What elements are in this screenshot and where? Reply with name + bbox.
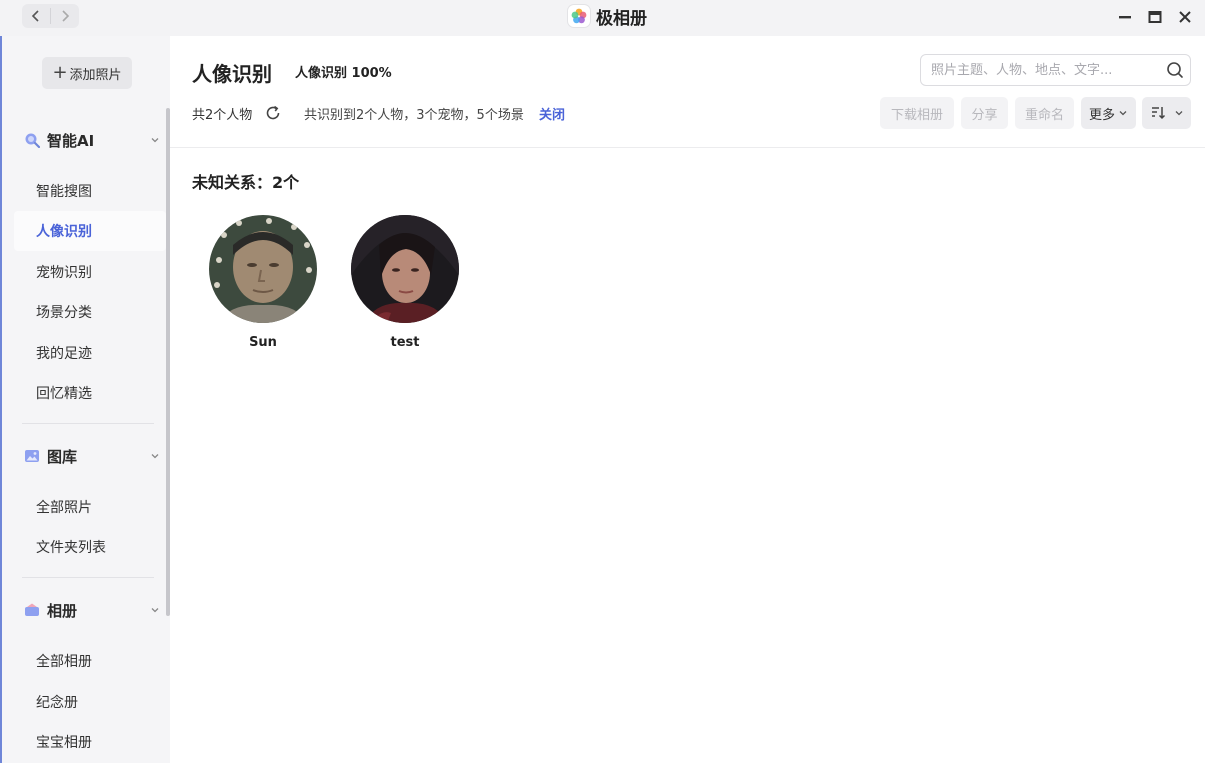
more-button[interactable]: 更多 (1081, 97, 1136, 129)
sidebar-item-footprints[interactable]: 我的足迹 (14, 333, 166, 373)
sort-icon (1151, 107, 1165, 120)
portrait-photo (209, 215, 317, 323)
person-card[interactable]: Sun (208, 215, 318, 350)
add-photo-label: 添加照片 (69, 67, 122, 83)
section-label: 图库 (47, 447, 78, 466)
maximize-icon (1148, 11, 1162, 23)
sidebar-scrollbar[interactable] (166, 108, 170, 616)
avatar[interactable] (209, 215, 317, 323)
rename-button[interactable]: 重命名 (1015, 97, 1074, 129)
page-title: 人像识别 (192, 62, 272, 86)
section-albums[interactable]: 相册 (24, 599, 164, 621)
person-name: test (390, 335, 420, 350)
chevron-left-icon (31, 10, 39, 22)
recognition-progress: 人像识别 100% (295, 66, 392, 81)
more-label: 更多 (1088, 107, 1115, 123)
sidebar-item-all-albums[interactable]: 全部相册 (14, 641, 166, 681)
forward-button[interactable] (51, 4, 79, 28)
download-album-button[interactable]: 下载相册 (880, 97, 954, 129)
chevron-down-icon (151, 608, 159, 613)
person-card[interactable]: test (350, 215, 460, 350)
section-label: 相册 (47, 601, 78, 620)
sidebar-item-portrait[interactable]: 人像识别 (14, 211, 166, 251)
minimize-icon (1119, 16, 1131, 19)
minimize-button[interactable] (1114, 6, 1136, 28)
chevron-right-icon (62, 10, 70, 22)
group-title: 未知关系：2个 (192, 173, 300, 192)
section-label: 智能AI (47, 131, 95, 150)
app-title: 极相册 (568, 4, 647, 29)
refresh-icon[interactable] (264, 104, 282, 122)
plus-icon: + (52, 62, 68, 83)
add-photo-button[interactable]: + 添加照片 (42, 57, 132, 89)
sidebar-item-scenes[interactable]: 场景分类 (14, 292, 166, 332)
close-status-link[interactable]: 关闭 (539, 104, 565, 123)
recognition-status: 共识别到2个人物，3个宠物，5个场景 (304, 108, 524, 123)
portrait-photo (351, 215, 459, 323)
section-divider (22, 577, 154, 578)
sidebar-item-smart-search[interactable]: 智能搜图 (14, 171, 166, 211)
sidebar-item-pets[interactable]: 宠物识别 (14, 252, 166, 292)
search-icon[interactable] (1166, 61, 1184, 79)
sidebar-item-memorial[interactable]: 纪念册 (14, 682, 166, 722)
chevron-down-icon (151, 138, 159, 143)
close-window-button[interactable] (1174, 6, 1196, 28)
sidebar-item-baby-albums[interactable]: 宝宝相册 (14, 722, 166, 762)
share-button[interactable]: 分享 (961, 97, 1008, 129)
section-smart-ai[interactable]: 智能AI (24, 129, 164, 151)
search-box[interactable] (920, 54, 1191, 86)
back-button[interactable] (22, 4, 50, 28)
section-gallery[interactable]: 图库 (24, 445, 164, 467)
app-logo-icon (568, 5, 590, 27)
close-icon (1179, 11, 1191, 23)
section-divider (22, 423, 154, 424)
header-divider (170, 147, 1205, 148)
album-icon (25, 603, 39, 616)
sidebar-item-memories[interactable]: 回忆精选 (14, 373, 166, 413)
avatar[interactable] (351, 215, 459, 323)
search-input[interactable] (931, 60, 1156, 80)
chevron-down-icon (1175, 111, 1182, 116)
image-icon (25, 450, 39, 462)
sidebar-item-all-photos[interactable]: 全部照片 (14, 487, 166, 527)
title-bar: 极相册 (0, 0, 1205, 36)
app-name: 极相册 (596, 8, 647, 29)
sidebar: + 添加照片 智能AI 智能搜图 人像识别 宠物识别 场景分类 我的足迹 回忆精… (0, 36, 170, 763)
sort-button[interactable] (1142, 97, 1191, 129)
person-count: 共2个人物 (192, 108, 253, 123)
sidebar-item-folders[interactable]: 文件夹列表 (14, 527, 166, 567)
history-nav (22, 4, 79, 28)
person-name: Sun (249, 335, 277, 350)
chevron-down-icon (1119, 111, 1127, 116)
magnifier-ai-icon (25, 133, 40, 148)
chevron-down-icon (151, 454, 159, 459)
maximize-button[interactable] (1144, 6, 1166, 28)
